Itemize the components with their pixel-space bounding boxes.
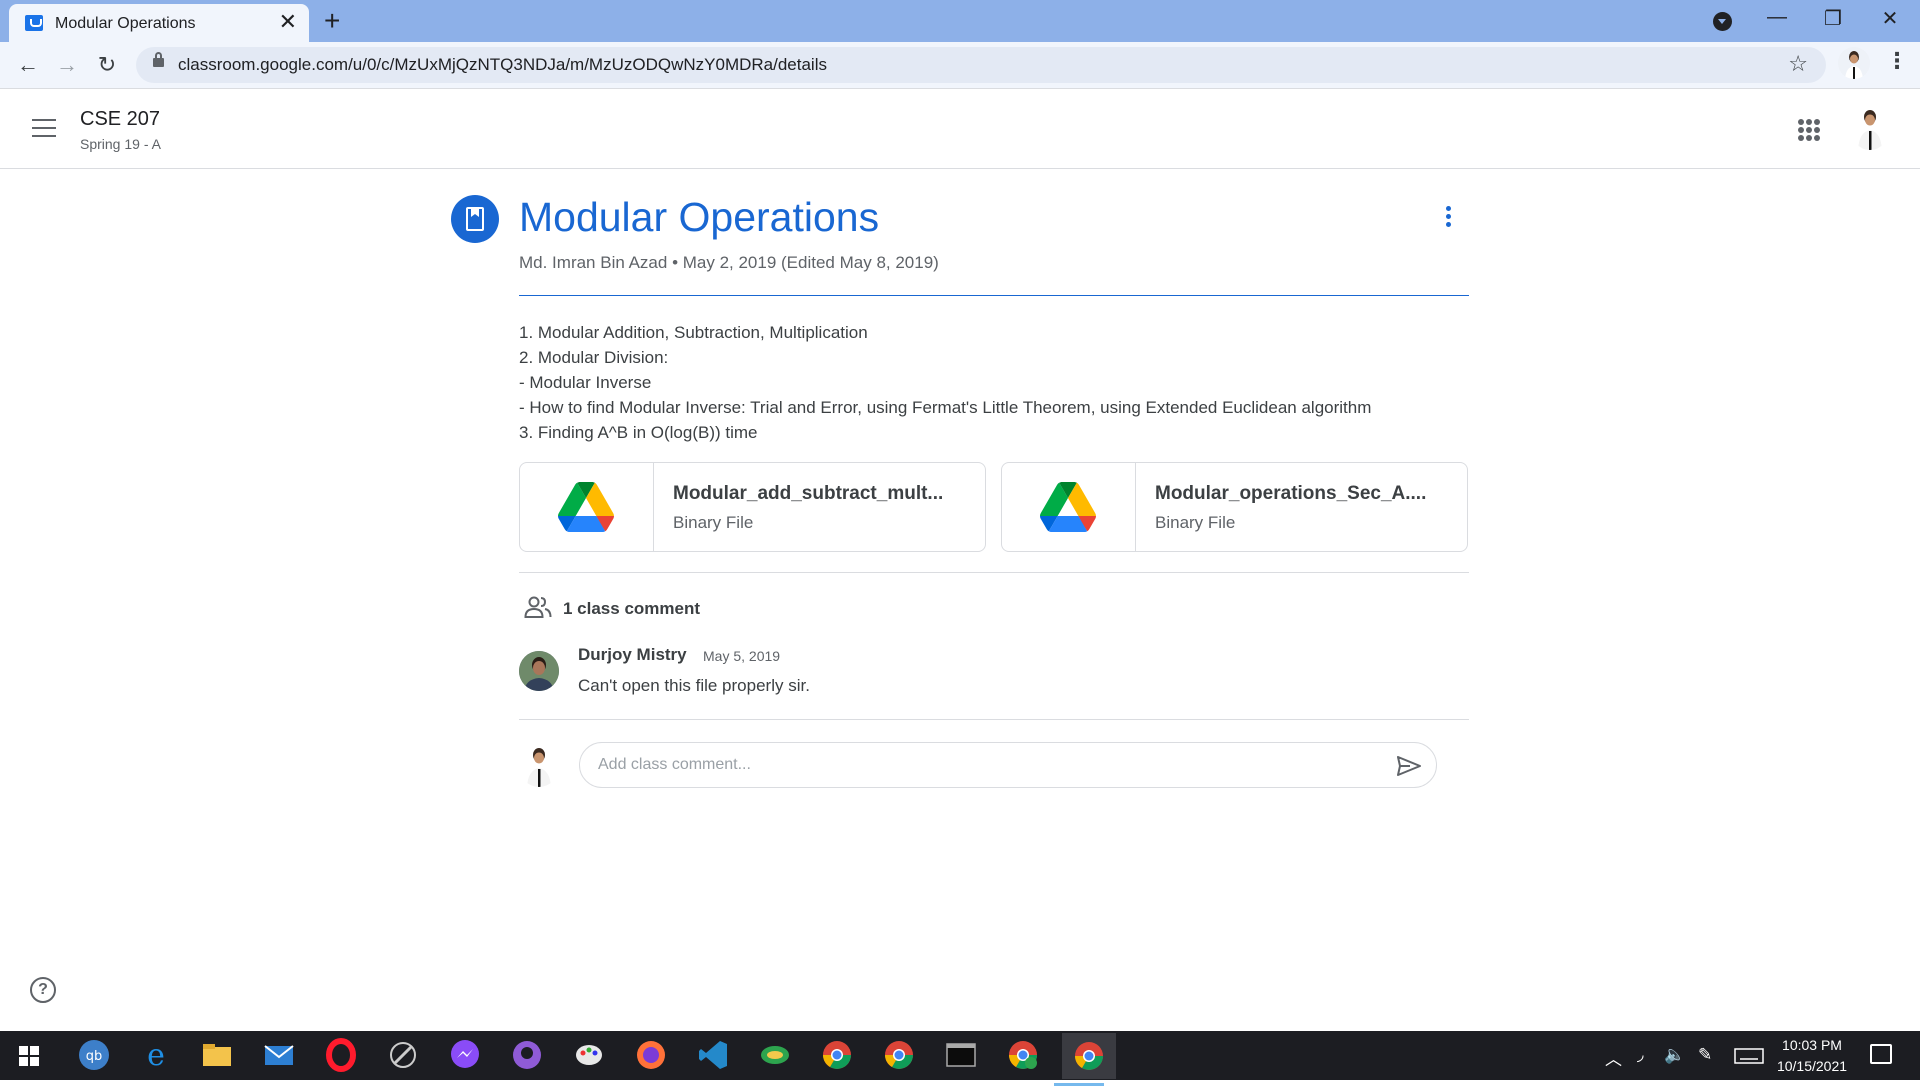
paint-icon[interactable] — [572, 1038, 606, 1072]
avatar — [519, 745, 559, 787]
comment-date: May 5, 2019 — [703, 648, 781, 664]
notification-center-icon[interactable] — [1870, 1044, 1892, 1064]
description-line: 1. Modular Addition, Subtraction, Multip… — [519, 323, 868, 342]
forward-button[interactable]: → — [52, 50, 82, 80]
attachment-thumbnail[interactable] — [520, 463, 654, 551]
tab-close-icon[interactable]: ✕ — [279, 11, 297, 33]
restore-button[interactable]: ❐ — [1813, 6, 1853, 31]
chrome-profile-icon[interactable] — [1006, 1038, 1040, 1072]
windows-start-icon[interactable] — [19, 1046, 39, 1066]
bookmark-star-icon[interactable]: ☆ — [1788, 51, 1808, 77]
taskbar: qb e ︿ ◞ 🔈 ✎ 10:03 PM 10/15/2021 — [0, 1031, 1920, 1086]
address-bar[interactable]: classroom.google.com/u/0/c/MzUxMjQzNTQ3N… — [136, 47, 1826, 83]
chrome-icon[interactable] — [820, 1038, 854, 1072]
more-options-icon[interactable] — [1443, 206, 1453, 230]
clock-date: 10/15/2021 — [1776, 1058, 1848, 1074]
wifi-icon[interactable]: ◞ — [1637, 1045, 1644, 1065]
browser-tabstrip: Modular Operations ✕ + — ❐ ✕ — [0, 0, 1920, 42]
comment-author: Durjoy Mistry — [578, 645, 687, 664]
post-meta: Md. Imran Bin Azad • May 2, 2019 (Edited… — [519, 253, 939, 272]
edge-icon[interactable]: e — [139, 1038, 173, 1072]
browser-profile-avatar[interactable] — [1838, 47, 1870, 79]
browser-menu-icon[interactable]: ⋮ — [1886, 48, 1908, 74]
account-avatar[interactable] — [1850, 106, 1890, 150]
firefox-icon[interactable] — [634, 1038, 668, 1072]
pen-icon[interactable]: ✎ — [1698, 1045, 1712, 1065]
attachment-card[interactable]: Modular_operations_Sec_A.... Binary File — [1001, 462, 1468, 552]
new-tab-button[interactable]: + — [324, 4, 340, 38]
course-section: Spring 19 - A — [80, 136, 161, 152]
attachment-card[interactable]: Modular_add_subtract_mult... Binary File — [519, 462, 986, 552]
attachment-name[interactable]: Modular_add_subtract_mult... — [673, 483, 943, 505]
page-title: Modular Operations — [519, 194, 880, 240]
main-menu-icon[interactable] — [32, 119, 56, 137]
chrome-icon[interactable] — [882, 1038, 916, 1072]
system-clock[interactable]: 10:03 PM 10/15/2021 — [1772, 1035, 1852, 1077]
avatar — [519, 651, 559, 691]
vscode-icon[interactable] — [696, 1038, 730, 1072]
description-line: 2. Modular Division: — [519, 348, 669, 367]
comment-input[interactable] — [598, 753, 1378, 777]
comment-box[interactable] — [579, 742, 1437, 788]
classroom-header: CSE 207 Spring 19 - A — [0, 90, 1920, 169]
google-apps-icon[interactable] — [1798, 119, 1820, 141]
classroom-favicon-icon — [25, 15, 43, 31]
attachment-type: Binary File — [673, 513, 754, 532]
github-icon[interactable] — [510, 1038, 544, 1072]
svg-text:e: e — [147, 1038, 165, 1072]
clock-time: 10:03 PM — [1782, 1037, 1842, 1053]
people-icon — [524, 596, 552, 618]
comment-count[interactable]: 1 class comment — [563, 599, 700, 619]
google-drive-icon — [1040, 482, 1096, 532]
lock-icon[interactable] — [153, 52, 164, 67]
course-title[interactable]: CSE 207 — [80, 108, 160, 131]
show-hidden-icons-icon[interactable]: ︿ — [1605, 1045, 1622, 1070]
tab-title: Modular Operations — [55, 15, 196, 32]
tab-search-icon[interactable] — [1713, 12, 1732, 31]
opera-icon[interactable] — [324, 1038, 358, 1072]
attachment-thumbnail[interactable] — [1002, 463, 1136, 551]
description-line: - Modular Inverse — [519, 373, 652, 392]
send-icon[interactable] — [1396, 755, 1422, 777]
description-line: 3. Finding A^B in O(log(B)) time — [519, 423, 758, 442]
window-close-button[interactable]: ✕ — [1870, 6, 1910, 31]
comment-text: Can't open this file properly sir. — [578, 676, 810, 695]
attachment-name[interactable]: Modular_operations_Sec_A.... — [1155, 483, 1426, 505]
browser-toolbar: ← → ↻ classroom.google.com/u/0/c/MzUxMjQ… — [0, 42, 1920, 89]
post-description: 1. Modular Addition, Subtraction, Multip… — [519, 320, 1371, 445]
material-book-icon — [451, 195, 499, 243]
terminal-icon[interactable] — [944, 1038, 978, 1072]
back-button[interactable]: ← — [13, 50, 43, 80]
app-icon[interactable] — [758, 1038, 792, 1072]
comments-divider — [519, 719, 1469, 720]
keyboard-icon[interactable] — [1734, 1048, 1764, 1064]
help-icon[interactable]: ? — [30, 977, 56, 1003]
description-line: - How to find Modular Inverse: Trial and… — [519, 398, 1372, 417]
chrome-active-icon — [1075, 1042, 1103, 1070]
url-text[interactable]: classroom.google.com/u/0/c/MzUxMjQzNTQ3N… — [178, 55, 827, 75]
google-drive-icon — [558, 482, 614, 532]
qbittorrent-icon[interactable]: qb — [77, 1038, 111, 1072]
mail-icon[interactable] — [262, 1038, 296, 1072]
chrome-active-taskbar-item[interactable] — [1054, 1033, 1116, 1086]
attachments-divider — [519, 572, 1469, 573]
reload-button[interactable]: ↻ — [92, 50, 122, 80]
browser-tab[interactable]: Modular Operations ✕ — [9, 4, 309, 42]
inkscape-icon[interactable] — [386, 1038, 420, 1072]
minimize-button[interactable]: — — [1757, 6, 1797, 29]
title-divider — [519, 295, 1469, 296]
file-explorer-icon[interactable] — [200, 1038, 234, 1072]
volume-icon[interactable]: 🔈 — [1664, 1045, 1685, 1065]
attachment-type: Binary File — [1155, 513, 1236, 532]
messenger-icon[interactable] — [448, 1038, 482, 1072]
svg-text:qb: qb — [86, 1049, 103, 1064]
